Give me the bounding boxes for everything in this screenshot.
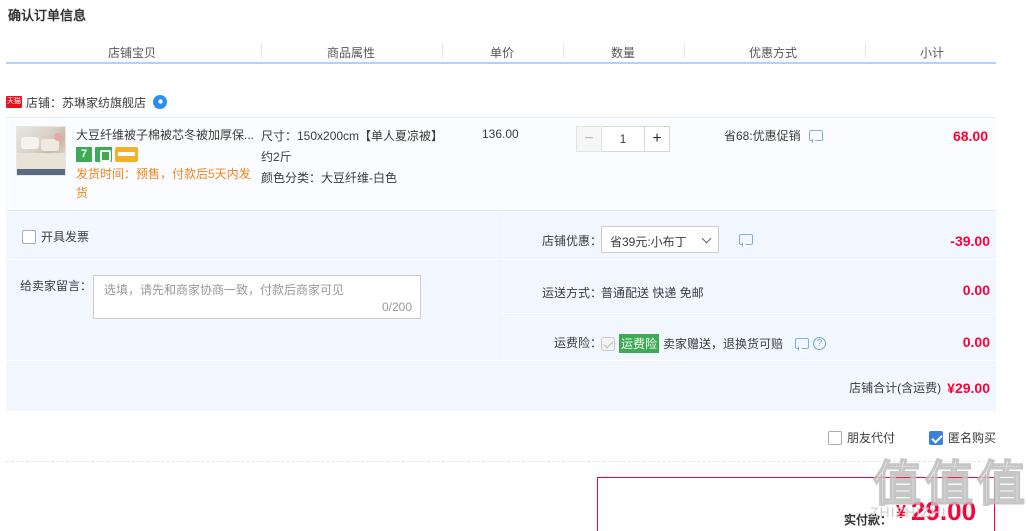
col-header-promo: 优惠方式 — [749, 46, 798, 60]
insurance-text: 卖家赠送，退换货可赔 — [663, 337, 784, 351]
col-header-subtotal: 小计 — [920, 46, 945, 60]
quantity-decrease-button[interactable]: − — [576, 126, 602, 152]
order-item-row: 大豆纤维被子棉被芯冬被加厚保... 7 发货时间：预售，付款后5天内发货 尺寸：… — [6, 117, 996, 211]
chevron-down-icon — [701, 233, 712, 244]
shipping-label: 运送方式： — [541, 286, 602, 300]
quantity-input[interactable]: 1 — [602, 126, 644, 152]
anonymous-checkbox[interactable] — [928, 430, 943, 445]
discount-amount: -39.00 — [950, 233, 990, 249]
order-details-panel: 开具发票 给卖家留言： 选填，请先和商家协商一致，付款后商家可见 0/200 店… — [6, 212, 996, 360]
product-attributes: 尺寸：150x200cm【单人夏凉被】约2斤 颜色分类：大豆纤维-白色 — [261, 126, 441, 189]
shipping-method: 普通配送 快递 免邮 — [601, 286, 704, 300]
unit-price: 136.00 — [482, 127, 519, 141]
discount-chat-icon[interactable] — [739, 234, 753, 245]
attr-size: 尺寸：150x200cm【单人夏凉被】约2斤 — [261, 129, 438, 164]
shop-total-label: 店铺合计(含运费) — [849, 381, 942, 395]
tmall-icon: 天猫 — [6, 96, 22, 108]
invoice-option[interactable]: 开具发票 — [22, 228, 89, 245]
insurance-badge: 运费险 — [619, 334, 660, 353]
col-header-price: 单价 — [490, 46, 515, 60]
quantity-stepper: − 1 + — [576, 126, 670, 152]
insurance-chat-icon[interactable] — [795, 338, 810, 349]
insurance-info: 运费险 卖家赠送，退换货可赔 ? — [601, 334, 827, 353]
product-thumbnail[interactable] — [16, 126, 66, 176]
service-badges: 7 — [76, 147, 138, 162]
quantity-increase-button[interactable]: + — [644, 126, 670, 152]
message-textarea[interactable]: 选填，请先和商家协商一致，付款后商家可见 0/200 — [93, 275, 421, 319]
shop-total-amount: ¥29.00 — [947, 379, 990, 396]
chat-icon[interactable] — [808, 130, 823, 141]
discount-label: 店铺优惠： — [541, 234, 602, 248]
insurance-checkbox — [601, 336, 615, 351]
coupon-select[interactable]: 省39元:小布丁 — [601, 226, 719, 253]
attr-color: 颜色分类：大豆纤维-白色 — [261, 171, 397, 185]
friend-pay-checkbox[interactable] — [827, 430, 842, 445]
shipping-amount: 0.00 — [962, 282, 990, 298]
promo-method: 省68:优惠促销 — [724, 127, 823, 144]
invoice-label: 开具发票 — [41, 230, 90, 244]
col-header-qty: 数量 — [611, 46, 636, 60]
shop-name[interactable]: 店铺：苏琳家纺旗舰店 — [26, 94, 146, 111]
divider — [6, 461, 996, 462]
col-header-attr: 商品属性 — [327, 46, 376, 60]
shop-line: 天猫 店铺：苏琳家纺旗舰店 — [6, 94, 168, 110]
column-headers: 店铺宝贝 商品属性 单价 数量 优惠方式 小计 — [6, 40, 996, 64]
item-subtotal: 68.00 — [952, 128, 988, 144]
watermark-text: ZHIZHIZHI — [870, 504, 947, 520]
watermark-char: 值 — [976, 455, 1026, 513]
message-placeholder: 选填，请先和商家协商一致，付款后商家可见 — [104, 283, 345, 297]
help-icon[interactable]: ? — [813, 337, 827, 350]
message-char-count: 0/200 — [381, 300, 412, 314]
message-label: 给卖家留言： — [20, 279, 93, 293]
product-title-link[interactable]: 大豆纤维被子棉被芯冬被加厚保... — [76, 126, 258, 143]
credit-card-icon — [115, 147, 138, 162]
insurance-amount: 0.00 — [962, 334, 990, 350]
seven-day-return-icon: 7 — [76, 147, 92, 162]
coupon-selected: 省39元:小布丁 — [610, 235, 687, 249]
wangwang-icon[interactable] — [152, 94, 168, 110]
guarantee-icon — [95, 147, 112, 162]
ship-time: 发货时间：预售，付款后5天内发货 — [76, 167, 251, 200]
shop-total-row: 店铺合计(含运费) ¥29.00 — [6, 361, 996, 411]
invoice-checkbox[interactable] — [22, 229, 36, 244]
insurance-label: 运费险： — [553, 336, 602, 350]
page-title: 确认订单信息 — [8, 8, 87, 23]
col-header-item: 店铺宝贝 — [108, 46, 157, 60]
promo-text: 省68:优惠促销 — [724, 129, 801, 143]
